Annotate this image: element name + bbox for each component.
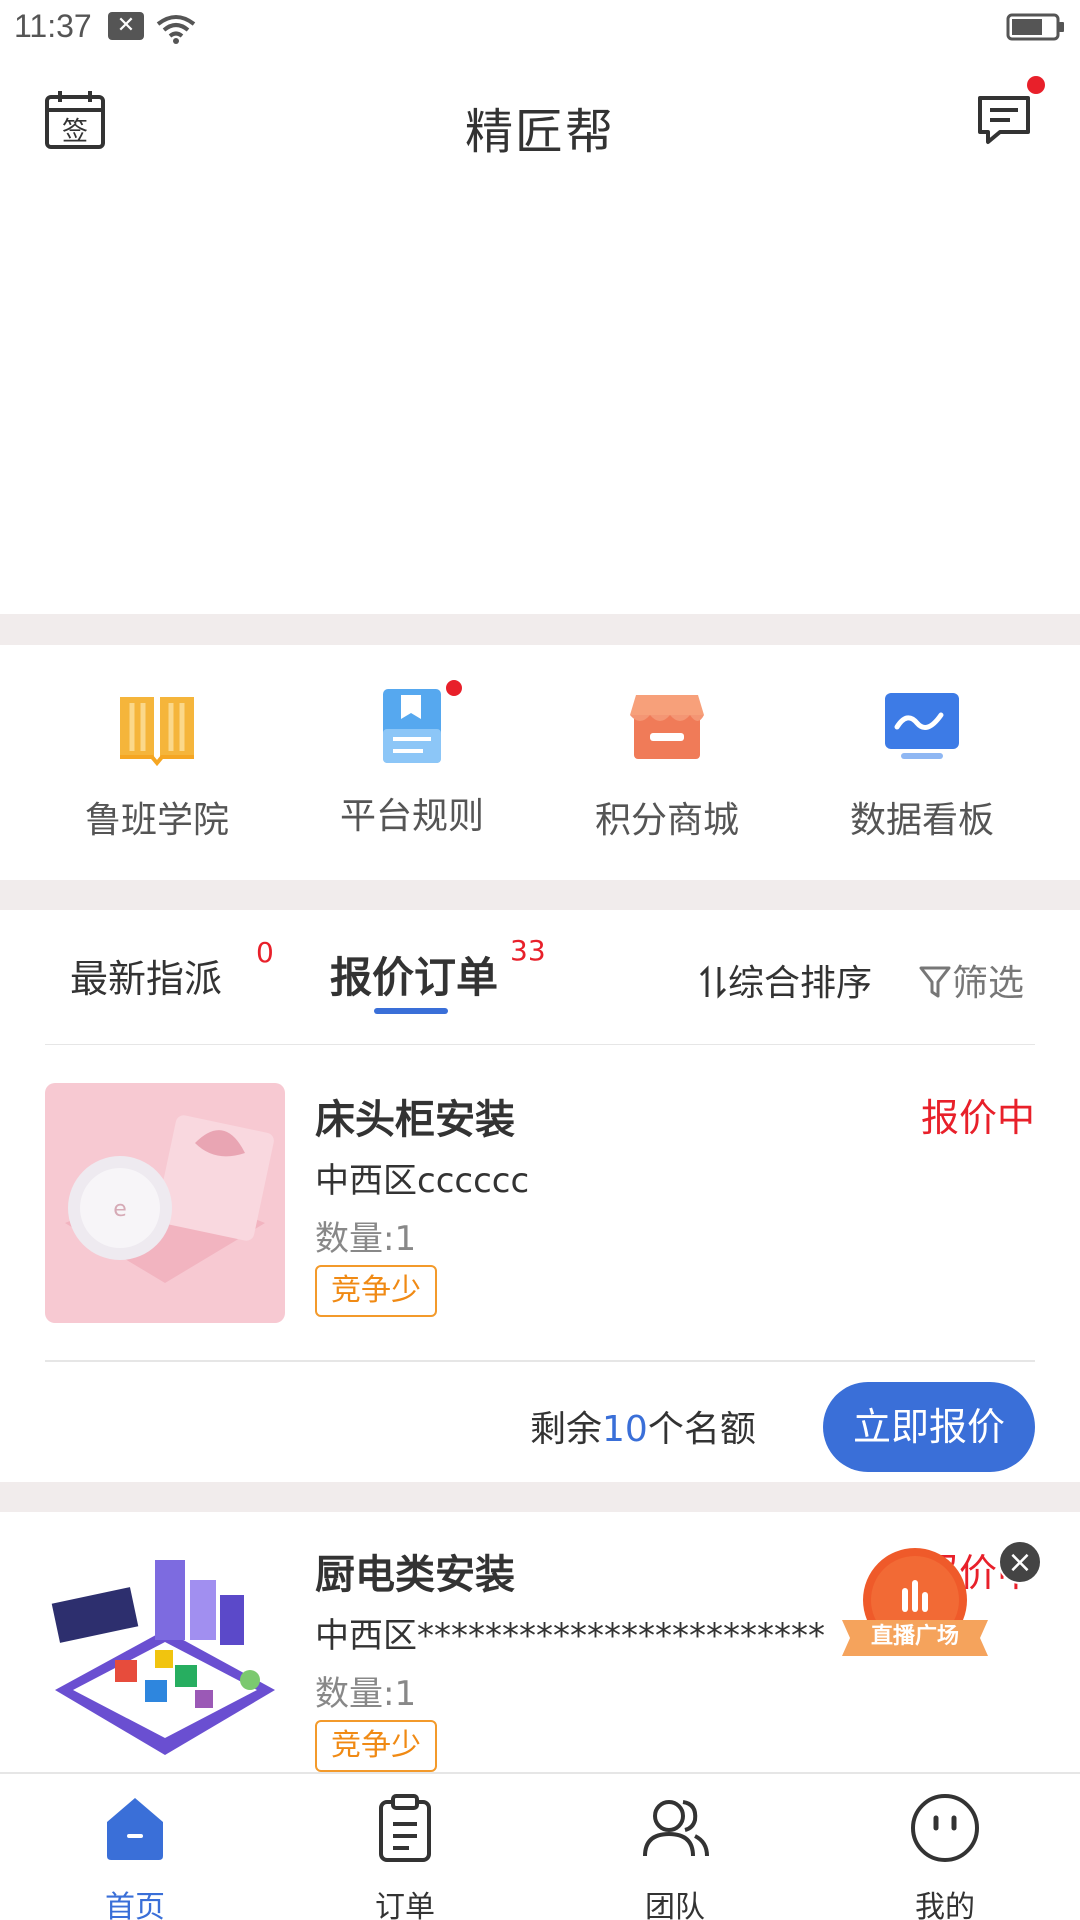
order-tabs: 最新指派 0 报价订单 33 综合排序 筛选 <box>0 910 1080 1046</box>
active-tab-indicator <box>374 1008 448 1014</box>
tab-latest-assigned[interactable]: 最新指派 <box>70 948 222 1003</box>
nav-home[interactable]: 首页 <box>45 1792 225 1920</box>
quick-entry-label: 鲁班学院 <box>84 800 229 841</box>
nav-team[interactable]: 团队 <box>585 1792 765 1920</box>
tab-quote-orders[interactable]: 报价订单 <box>330 944 498 1005</box>
quick-entry-points-mall[interactable]: 积分商城 <box>562 685 772 843</box>
banner-area <box>0 190 1080 614</box>
order-card[interactable]: e 床头柜安装 报价中 中西区cccccc 数量:1 竞争少 剩余10个名额 立… <box>0 1045 1080 1482</box>
team-icon <box>643 1800 709 1857</box>
rules-icon <box>371 677 465 767</box>
remaining-suffix: 个名额 <box>647 1409 756 1450</box>
remaining-slots: 剩余10个名额 <box>530 1400 756 1452</box>
quick-entry-label: 积分商城 <box>594 800 739 841</box>
battery-icon <box>1006 13 1064 41</box>
quick-entry-label: 平台规则 <box>339 796 484 837</box>
order-title: 厨电类安装 <box>315 1552 515 1598</box>
order-thumbnail: e <box>45 1083 285 1323</box>
svg-text:e: e <box>113 1197 127 1222</box>
order-thumbnail <box>45 1540 285 1772</box>
clipboard-icon <box>379 1794 431 1862</box>
nav-mine[interactable]: 我的 <box>855 1792 1035 1920</box>
status-bar: 11:37 ✕ <box>0 0 1080 56</box>
notification-x-icon: ✕ <box>108 12 144 40</box>
status-time: 11:37 <box>14 8 92 44</box>
section-gap <box>0 1482 1080 1512</box>
app-header: 签 精匠帮 <box>0 56 1080 190</box>
filter-label: 筛选 <box>952 963 1025 1004</box>
book-icon <box>120 697 194 767</box>
order-tag: 竞争少 <box>315 1720 437 1772</box>
tab-label: 最新指派 <box>70 957 223 1001</box>
nav-label: 订单 <box>375 1890 435 1920</box>
message-unread-dot <box>1027 76 1045 94</box>
order-status: 报价中 <box>920 1096 1035 1140</box>
filter-button[interactable]: 筛选 <box>918 954 1024 1006</box>
tab-latest-badge: 0 <box>256 936 274 969</box>
order-title: 床头柜安装 <box>315 1097 515 1143</box>
order-quantity: 数量:1 <box>315 1219 417 1259</box>
filter-icon <box>919 966 951 998</box>
message-icon[interactable] <box>974 92 1034 148</box>
remaining-count: 10 <box>602 1409 648 1450</box>
home-icon <box>107 1798 163 1860</box>
page-title: 精匠帮 <box>464 104 615 160</box>
bottom-nav: 首页 订单 团队 我的 <box>0 1772 1080 1920</box>
profile-face-icon <box>911 1794 979 1862</box>
quote-now-button[interactable]: 立即报价 <box>823 1382 1035 1472</box>
order-quantity: 数量:1 <box>315 1674 417 1714</box>
section-gap <box>0 880 1080 910</box>
quick-entry-academy[interactable]: 鲁班学院 <box>52 685 262 843</box>
live-plaza-label: 直播广场 <box>870 1624 959 1649</box>
sort-icon <box>699 965 727 999</box>
sort-label: 综合排序 <box>728 963 873 1004</box>
nav-label: 首页 <box>105 1890 165 1920</box>
sort-button[interactable]: 综合排序 <box>698 954 872 1006</box>
divider <box>45 1360 1035 1362</box>
live-plaza-float[interactable]: 直播广场 <box>840 1540 1000 1660</box>
nav-label: 我的 <box>915 1890 975 1920</box>
order-address: 中西区************************ <box>315 1616 825 1656</box>
order-tag: 竞争少 <box>315 1265 437 1317</box>
quick-entry-label: 数据看板 <box>849 800 994 841</box>
nav-orders[interactable]: 订单 <box>315 1792 495 1920</box>
quick-entry-dashboard[interactable]: 数据看板 <box>817 685 1027 843</box>
order-address: 中西区cccccc <box>315 1161 530 1201</box>
remaining-prefix: 剩余 <box>530 1409 603 1450</box>
close-icon[interactable]: × <box>998 1540 1042 1584</box>
store-icon <box>630 695 704 759</box>
quick-entry-grid: 鲁班学院 平台规则 积分商城 数据看板 <box>0 645 1080 880</box>
section-gap <box>0 614 1080 645</box>
quick-entry-rules[interactable]: 平台规则 <box>307 677 517 839</box>
tab-quote-badge: 33 <box>510 934 546 967</box>
nav-label: 团队 <box>645 1890 705 1920</box>
wifi-icon <box>156 15 196 44</box>
rules-new-dot <box>443 677 465 699</box>
tab-label: 报价订单 <box>330 953 499 1002</box>
dashboard-icon <box>885 693 959 759</box>
